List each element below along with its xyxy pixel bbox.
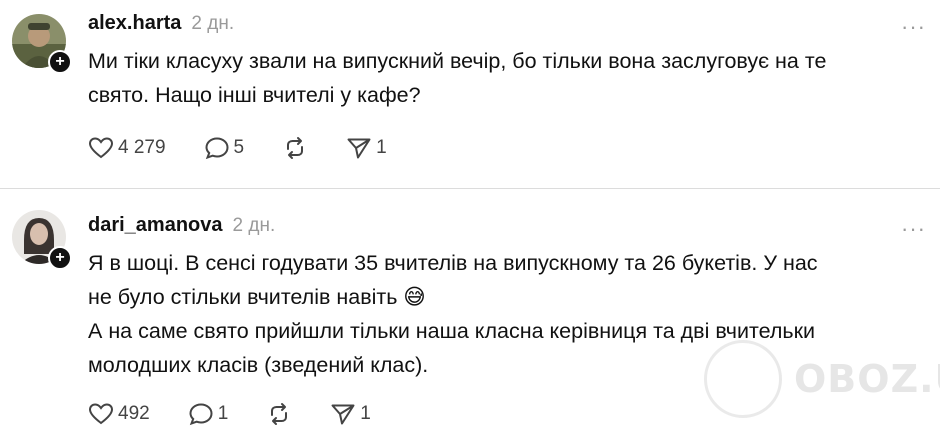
username[interactable]: dari_amanova (88, 214, 223, 237)
comment-count: 1 (217, 403, 229, 424)
like-button[interactable]: 4 279 (88, 136, 166, 160)
heart-icon (88, 137, 114, 159)
comment-icon (189, 403, 213, 426)
share-count: 1 (360, 403, 371, 424)
like-button[interactable]: 492 (88, 402, 150, 426)
action-bar: 492 1 1 (88, 402, 409, 426)
heart-icon (88, 403, 114, 425)
post: + alex.harta 2 дн. ··· Ми тіки класуху з… (0, 0, 940, 188)
avatar[interactable]: + (12, 210, 72, 270)
repost-button[interactable] (266, 402, 292, 426)
post-text-line: Я в шоці. В сенсі годувати 35 вчителів н… (88, 251, 818, 275)
post-text-line: Ми тіки класуху звали на випускний вечір… (88, 49, 827, 73)
post-header: alex.harta 2 дн. (88, 12, 234, 35)
send-icon (331, 404, 355, 425)
username[interactable]: alex.harta (88, 12, 181, 35)
share-button[interactable]: 1 (330, 402, 371, 426)
watermark-text: OBOZ.UA (794, 357, 940, 401)
follow-plus-icon[interactable]: + (48, 246, 72, 270)
share-count: 1 (376, 137, 387, 158)
action-bar: 4 279 5 1 (88, 136, 425, 160)
post-text: Ми тіки класуху звали на випускний вечір… (88, 44, 918, 112)
timestamp: 2 дн. (191, 13, 235, 34)
follow-plus-icon[interactable]: + (48, 50, 72, 74)
share-button[interactable]: 1 (346, 136, 387, 160)
repost-button[interactable] (282, 136, 308, 160)
like-count: 492 (118, 403, 150, 424)
comment-icon (205, 137, 229, 160)
more-options-icon[interactable]: ··· (901, 16, 926, 38)
post-text-line: не було стільки вчителів навіть 😅 (88, 285, 426, 309)
like-count: 4 279 (118, 137, 166, 158)
post-header: dari_amanova 2 дн. (88, 214, 275, 237)
watermark-logo-icon (704, 340, 782, 418)
divider (0, 188, 940, 189)
send-icon (347, 138, 371, 159)
more-options-icon[interactable]: ··· (901, 218, 926, 240)
repost-icon (287, 137, 304, 159)
watermark: OBOZ.UA (704, 340, 940, 418)
comment-button[interactable]: 1 (188, 402, 229, 426)
post-text-line: свято. Нащо інші вчителі у кафе? (88, 83, 421, 107)
avatar[interactable]: + (12, 14, 72, 74)
repost-icon (271, 403, 288, 425)
comment-count: 5 (233, 137, 245, 158)
comment-button[interactable]: 5 (204, 136, 245, 160)
timestamp: 2 дн. (232, 215, 276, 236)
